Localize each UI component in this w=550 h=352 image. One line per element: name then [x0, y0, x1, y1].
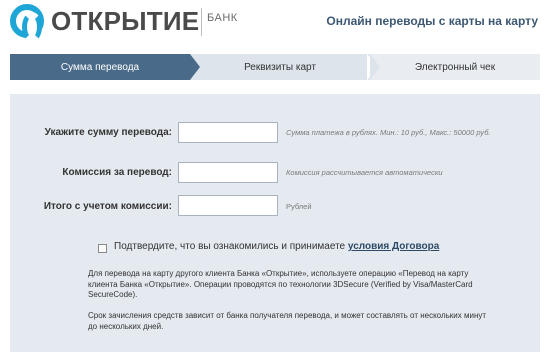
total-currency-hint: Рублей [286, 202, 312, 211]
logo-divider [201, 8, 202, 36]
header: ОТКРЫТИЕ БАНК Онлайн переводы с карты на… [0, 0, 550, 46]
amount-input[interactable] [178, 122, 278, 143]
total-label: Итого с учетом комиссии: [43, 201, 172, 212]
confirm-checkbox[interactable] [98, 244, 107, 253]
step-card-details-label: Реквизиты карт [244, 61, 316, 73]
page-title: Онлайн переводы с карты на карту [326, 14, 538, 28]
step-progress: Сумма перевода Реквизиты карт Электронны… [10, 54, 540, 80]
step-amount: Сумма перевода [10, 54, 200, 80]
commission-label: Комиссия за перевод: [62, 167, 172, 178]
contract-terms-link[interactable]: условия Договора [348, 241, 439, 252]
step-amount-label: Сумма перевода [60, 61, 140, 73]
otkritie-logo-icon [10, 4, 44, 42]
transfer-form-panel: Укажите сумму перевода: Сумма платежа в … [10, 94, 540, 352]
step-receipt-label: Электронный чек [414, 61, 496, 73]
total-input[interactable] [178, 195, 278, 216]
logo-text: ОТКРЫТИЕ [51, 6, 200, 36]
step-receipt: Электронный чек [370, 54, 540, 80]
logo-bank-label: БАНК [207, 12, 238, 24]
step-card-details: Реквизиты карт [190, 54, 380, 80]
amount-hint: Сумма платежа в рублях. Мин.: 10 руб., М… [286, 128, 491, 137]
amount-label: Укажите сумму перевода: [44, 127, 172, 138]
confirm-label: Подтвердите, что вы ознакомились и прини… [114, 241, 346, 252]
info-paragraph-3dsecure: Для перевода на карту другого клиента Ба… [88, 269, 473, 299]
confirm-text: Подтвердите, что вы ознакомились и прини… [114, 241, 439, 252]
commission-hint: Комиссия рассчитывается автоматически [286, 168, 443, 177]
commission-input[interactable] [178, 162, 278, 183]
info-paragraph-timing: Срок зачисления средств зависит от банка… [88, 311, 487, 331]
